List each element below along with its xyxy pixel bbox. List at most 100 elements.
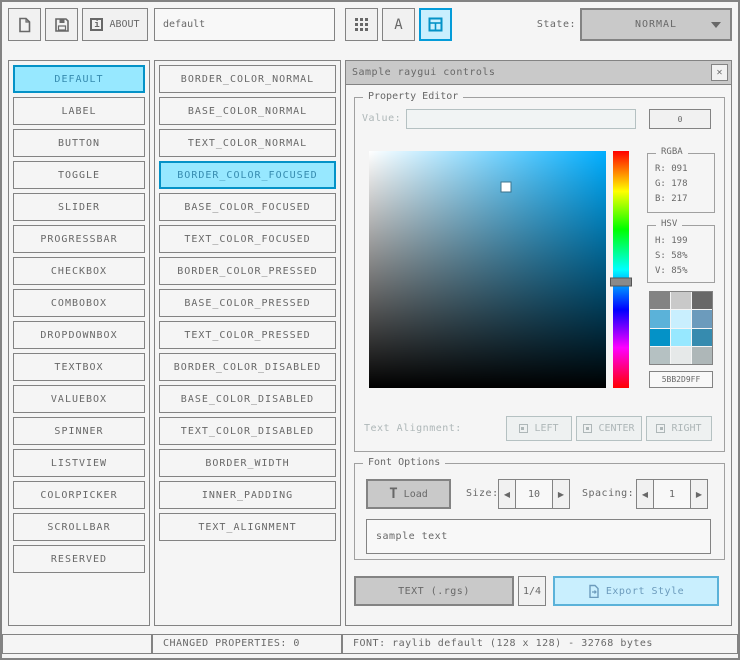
arrow-right-icon: ▶ [557, 489, 565, 499]
font-size-label: Size: [466, 488, 499, 499]
control-list-item[interactable]: TOGGLE [13, 161, 145, 189]
font-spacing-label: Spacing: [582, 488, 635, 499]
property-list-item[interactable]: TEXT_ALIGNMENT [159, 513, 336, 541]
property-list-item[interactable]: TEXT_COLOR_NORMAL [159, 129, 336, 157]
property-list-item[interactable]: BASE_COLOR_PRESSED [159, 289, 336, 317]
property-list-item[interactable]: BORDER_WIDTH [159, 449, 336, 477]
state-label: State: [536, 19, 576, 30]
property-list-item[interactable]: BASE_COLOR_DISABLED [159, 385, 336, 413]
palette-color-swatch[interactable] [671, 292, 691, 310]
font-spacing-spinner: ◀ 1 ▶ [636, 479, 708, 509]
color-picker-cursor[interactable] [501, 182, 511, 192]
property-list-item[interactable]: INNER_PADDING [159, 481, 336, 509]
hue-bar[interactable] [610, 151, 632, 388]
property-list-item[interactable]: BASE_COLOR_FOCUSED [159, 193, 336, 221]
property-editor-group-label: Property Editor [363, 91, 464, 102]
control-list-item[interactable]: LABEL [13, 97, 145, 125]
export-file-icon [589, 584, 599, 598]
control-list-item[interactable]: SCROLLBAR [13, 513, 145, 541]
control-list-item[interactable]: SPINNER [13, 417, 145, 445]
style-name-input[interactable] [154, 8, 335, 41]
color-picker-area[interactable] [369, 151, 606, 388]
property-list-item[interactable]: BORDER_COLOR_FOCUSED [159, 161, 336, 189]
property-list-item[interactable]: BASE_COLOR_NORMAL [159, 97, 336, 125]
control-list-item[interactable]: CHECKBOX [13, 257, 145, 285]
controls-view-button[interactable] [419, 8, 452, 41]
align-left-button[interactable]: LEFT [506, 416, 572, 441]
export-style-button[interactable]: Export Style [553, 576, 719, 606]
property-list-item[interactable]: TEXT_COLOR_DISABLED [159, 417, 336, 445]
property-list-item[interactable]: TEXT_COLOR_PRESSED [159, 321, 336, 349]
palette-color-swatch[interactable] [650, 310, 670, 328]
rguistyler-app: i ABOUT A State: NORMAL DEFAULT LABEL BU… [0, 0, 740, 660]
state-dropdown[interactable]: NORMAL [580, 8, 732, 41]
value-label: Value: [362, 113, 402, 124]
page-indicator-button[interactable]: 1/4 [518, 576, 546, 606]
rgba-group: RGBA R: 091 G: 178 B: 217 [647, 147, 715, 213]
palette-color-swatch[interactable] [650, 346, 670, 364]
align-right-button[interactable]: RIGHT [646, 416, 712, 441]
align-center-button[interactable]: CENTER [576, 416, 642, 441]
sample-text-input[interactable]: sample text [366, 519, 711, 554]
palette-color-swatch[interactable] [692, 328, 712, 346]
spacing-decrement-button[interactable]: ◀ [636, 479, 654, 509]
property-list-item[interactable]: BORDER_COLOR_PRESSED [159, 257, 336, 285]
style-table-view-button[interactable] [345, 8, 378, 41]
property-list-item[interactable]: TEXT_COLOR_FOCUSED [159, 225, 336, 253]
hsv-group: HSV H: 199 S: 58% V: 85% [647, 219, 715, 283]
font-view-button[interactable]: A [382, 8, 415, 41]
value-input[interactable] [406, 109, 636, 129]
palette-color-swatch[interactable] [671, 310, 691, 328]
control-list-item[interactable]: LISTVIEW [13, 449, 145, 477]
hsv-s-value: S: 58% [655, 251, 688, 261]
palette-color-swatch[interactable] [671, 346, 691, 364]
palette-color-swatch[interactable] [692, 346, 712, 364]
palette-color-swatch[interactable] [650, 328, 670, 346]
font-options-group-label: Font Options [363, 457, 446, 468]
control-list-item[interactable]: BUTTON [13, 129, 145, 157]
control-list-item[interactable]: SLIDER [13, 193, 145, 221]
file-icon [19, 17, 31, 32]
close-window-button[interactable]: ✕ [711, 64, 728, 81]
new-style-button[interactable] [8, 8, 41, 41]
control-list-item[interactable]: VALUEBOX [13, 385, 145, 413]
sample-controls-window: Sample raygui controls ✕ Property Editor… [345, 60, 732, 626]
hex-color-value[interactable]: 5BB2D9FF [649, 371, 713, 388]
size-decrement-button[interactable]: ◀ [498, 479, 516, 509]
palette-color-swatch[interactable] [650, 292, 670, 310]
export-format-button[interactable]: TEXT (.rgs) [354, 576, 514, 606]
hue-slider-handle[interactable] [610, 277, 632, 287]
control-list-item[interactable]: DROPDOWNBOX [13, 321, 145, 349]
palette-color-swatch[interactable] [671, 328, 691, 346]
value-button-label: 0 [677, 114, 683, 124]
palette-color-swatch[interactable] [692, 292, 712, 310]
palette-color-swatch[interactable] [692, 310, 712, 328]
font-load-button[interactable]: T Load [366, 479, 451, 509]
rgba-g-value: G: 178 [655, 179, 688, 189]
value-button[interactable]: 0 [649, 109, 711, 129]
font-a-icon: A [394, 16, 403, 33]
control-list-item[interactable]: COLORPICKER [13, 481, 145, 509]
about-button[interactable]: i ABOUT [82, 8, 148, 41]
control-list-item[interactable]: COMBOBOX [13, 289, 145, 317]
statusbar-font-info: FONT: raylib default (128 x 128) - 32768… [342, 634, 738, 654]
control-list-item[interactable]: PROGRESSBAR [13, 225, 145, 253]
spacing-increment-button[interactable]: ▶ [690, 479, 708, 509]
save-style-button[interactable] [45, 8, 78, 41]
arrow-right-icon: ▶ [695, 489, 703, 499]
info-icon: i [90, 18, 104, 31]
hsv-h-value: H: 199 [655, 236, 688, 246]
export-style-label: Export Style [605, 585, 685, 597]
property-list-item[interactable]: BORDER_COLOR_DISABLED [159, 353, 336, 381]
font-size-value[interactable]: 10 [516, 479, 552, 509]
table-icon [428, 17, 443, 32]
hsv-v-value: V: 85% [655, 266, 688, 276]
size-increment-button[interactable]: ▶ [552, 479, 570, 509]
arrow-left-icon: ◀ [503, 489, 511, 499]
control-list-item[interactable]: DEFAULT [13, 65, 145, 93]
style-color-palette [649, 291, 713, 365]
control-list-item[interactable]: RESERVED [13, 545, 145, 573]
control-list-item[interactable]: TEXTBOX [13, 353, 145, 381]
property-list-item[interactable]: BORDER_COLOR_NORMAL [159, 65, 336, 93]
font-spacing-value[interactable]: 1 [654, 479, 690, 509]
